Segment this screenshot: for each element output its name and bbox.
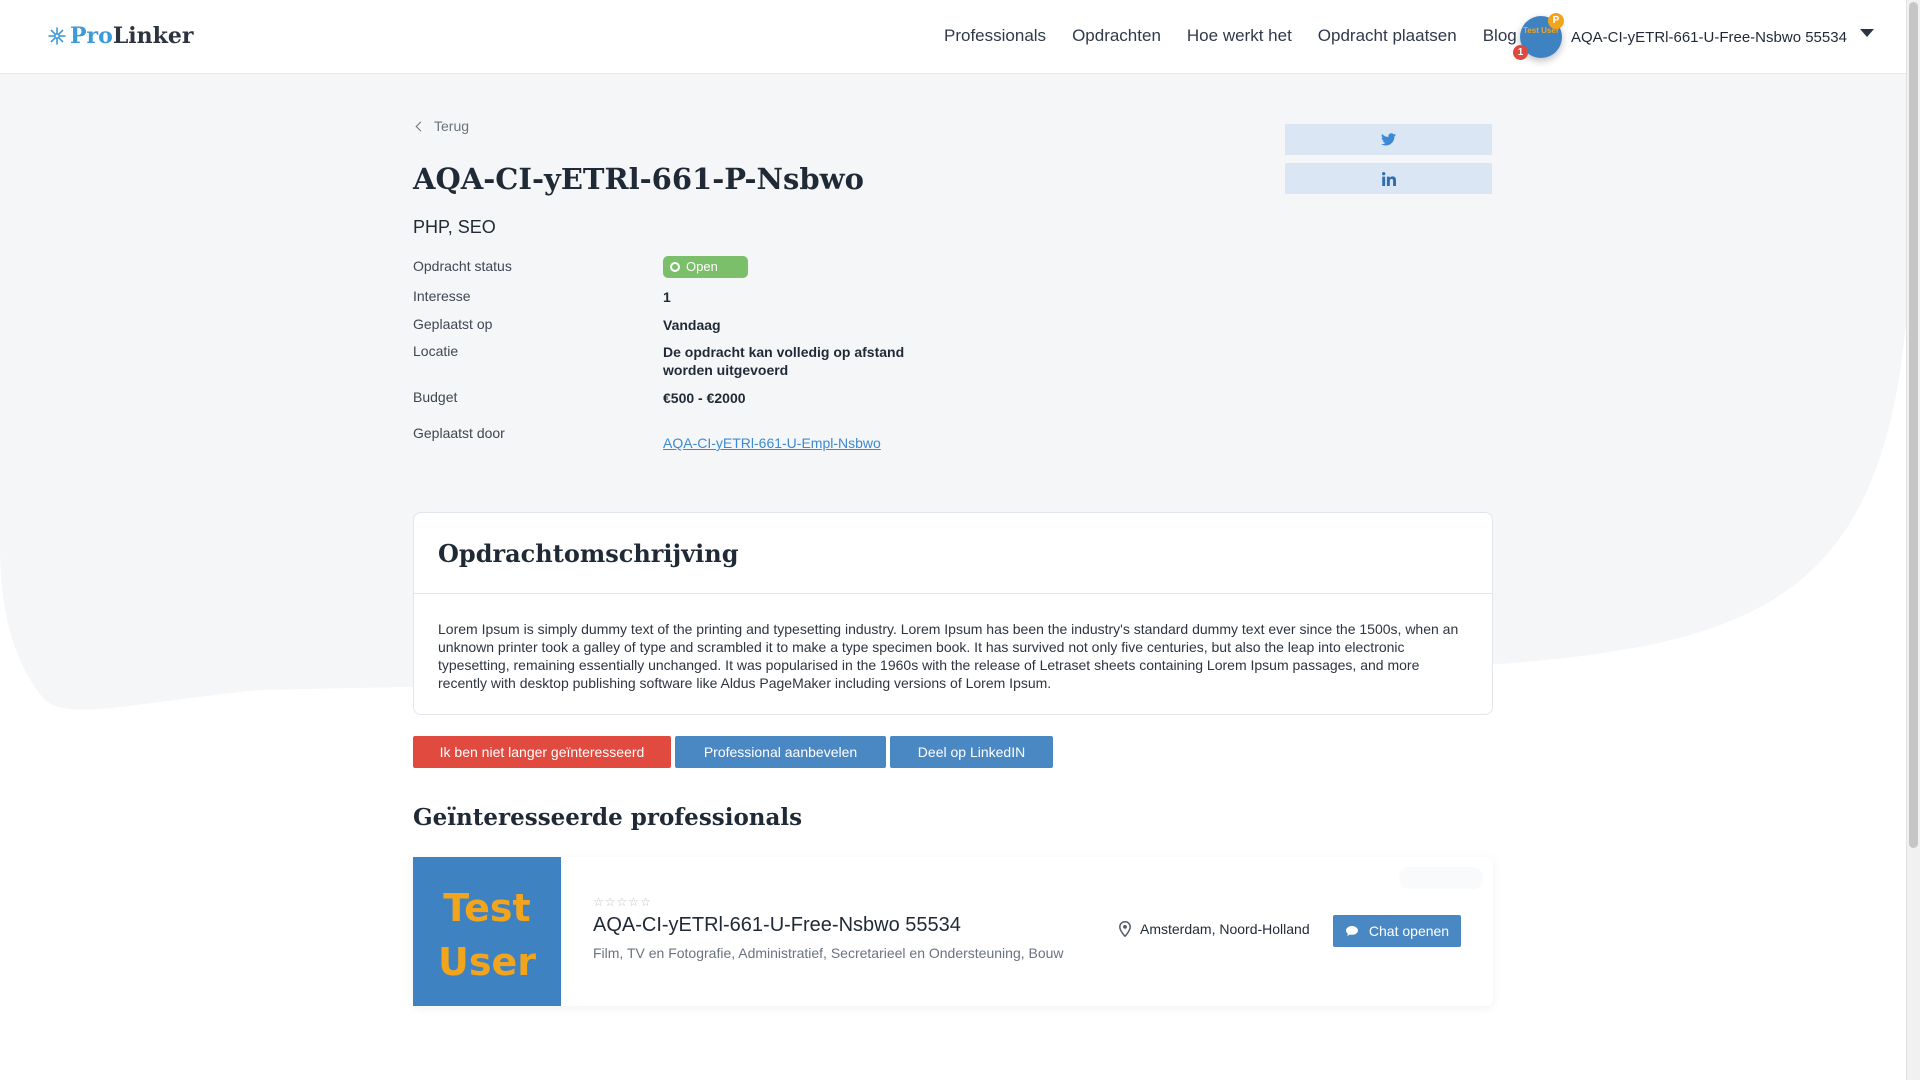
linkedin-icon: [1381, 171, 1396, 186]
detail-value: €500 - €2000: [663, 390, 746, 406]
prolinker-logo[interactable]: Pro Linker: [47, 23, 193, 49]
description-text: Lorem Ipsum is simply dummy text of the …: [438, 621, 1459, 691]
avatar-plan-badge: P: [1548, 13, 1564, 29]
detail-label: Interesse: [413, 288, 471, 304]
chat-icon: [1345, 926, 1358, 936]
action-buttons: Ik ben niet langer geïnteresseerd Profes…: [413, 736, 1057, 768]
user-name[interactable]: AQA-CI-yETRl-661-U-Free-Nsbwo 55534: [1571, 29, 1847, 46]
description-heading: Opdrachtomschrijving: [438, 539, 739, 568]
page-scrollbar[interactable]: [1906, 0, 1920, 1080]
not-interested-button[interactable]: Ik ben niet langer geïnteresseerd: [413, 736, 671, 768]
logo-text-linker: Linker: [112, 23, 194, 49]
main-nav: Professionals Opdrachten Hoe werkt het O…: [944, 26, 1543, 46]
page-title: AQA-CI-yETRl-661-P-Nsbwo: [413, 162, 864, 196]
detail-label: Locatie: [413, 343, 459, 359]
scrollbar-thumb[interactable]: [1909, 2, 1918, 848]
nav-hoe-werkt-het[interactable]: Hoe werkt het: [1187, 26, 1292, 46]
logo-text-pro: Pro: [70, 23, 113, 49]
nav-professionals[interactable]: Professionals: [944, 26, 1046, 46]
chat-open-label: Chat openen: [1368, 923, 1450, 939]
posted-by-link[interactable]: AQA-CI-yETRl-661-U-Empl-Nsbwo: [663, 435, 881, 451]
skills-list: PHP, SEO: [413, 217, 496, 237]
card-tag: [1399, 867, 1483, 889]
back-label: Terug: [434, 118, 470, 134]
chevron-down-icon[interactable]: [1859, 29, 1874, 37]
user-menu[interactable]: Test User P 1 AQA-CI-yETRl-661-U-Free-Ns…: [1513, 13, 1874, 60]
detail-value: De opdracht kan volledig op afstand word…: [663, 344, 905, 378]
site-header: Pro Linker Professionals Opdrachten Hoe w…: [0, 0, 1906, 74]
star-outline-icon: ☆: [640, 895, 651, 909]
status-pill: Open: [663, 256, 748, 278]
chat-open-button[interactable]: Chat openen: [1333, 915, 1461, 947]
rating-stars: ☆ ☆ ☆ ☆ ☆: [593, 895, 652, 909]
image-text: Test: [443, 886, 531, 930]
detail-label: Budget: [413, 389, 458, 405]
nav-opdrachten[interactable]: Opdrachten: [1072, 26, 1161, 46]
star-outline-icon: ☆: [616, 895, 628, 909]
professional-location: Amsterdam, Noord-Holland: [1119, 921, 1310, 937]
professional-name[interactable]: AQA-CI-yETRl-661-U-Free-Nsbwo 55534: [593, 914, 961, 937]
recommend-professional-button[interactable]: Professional aanbevelen: [675, 736, 886, 768]
professional-card[interactable]: Test User ☆ ☆ ☆ ☆ ☆ AQA-CI-yETRl-661-U-F…: [413, 857, 1493, 1006]
star-outline-icon: ☆: [628, 895, 640, 909]
share-linkedin-button[interactable]: [1285, 163, 1492, 194]
logo-icon: [48, 27, 66, 45]
image-text: User: [438, 940, 536, 984]
avatar[interactable]: Test User P 1: [1513, 13, 1564, 60]
description-card: Opdrachtomschrijving Lorem Ipsum is simp…: [413, 512, 1493, 715]
location-text: Amsterdam, Noord-Holland: [1140, 921, 1310, 937]
location-pin-icon: [1119, 921, 1131, 937]
star-outline-icon: ☆: [593, 895, 604, 909]
status-badge: Open: [663, 256, 923, 278]
professional-image[interactable]: Test User: [413, 857, 561, 1006]
star-outline-icon: ☆: [604, 895, 616, 909]
back-link[interactable]: Terug: [413, 118, 469, 134]
share-linkedin-text-button[interactable]: Deel op LinkedIN: [890, 736, 1053, 768]
professional-categories: Film, TV en Fotografie, Administratief, …: [593, 945, 1064, 961]
detail-value: 1: [663, 289, 671, 305]
chevron-left-icon: [415, 121, 426, 131]
circle-icon: [670, 262, 680, 272]
detail-label: Geplaatst op: [413, 316, 493, 332]
nav-blog[interactable]: Blog: [1483, 26, 1517, 46]
share-twitter-button[interactable]: [1285, 124, 1492, 155]
notification-badge[interactable]: 1: [1513, 45, 1528, 60]
interested-heading: Geïnteresseerde professionals: [413, 804, 803, 831]
detail-value: AQA-CI-yETRl-661-U-Empl-Nsbwo: [663, 434, 923, 452]
divider: [414, 593, 1492, 594]
detail-value: Vandaag: [663, 317, 721, 333]
detail-label: Geplaatst door: [413, 425, 505, 441]
status-text: Open: [686, 259, 718, 274]
twitter-icon: [1381, 133, 1396, 146]
nav-opdracht-plaatsen[interactable]: Opdracht plaatsen: [1318, 26, 1457, 46]
detail-label: Opdracht status: [413, 258, 512, 274]
